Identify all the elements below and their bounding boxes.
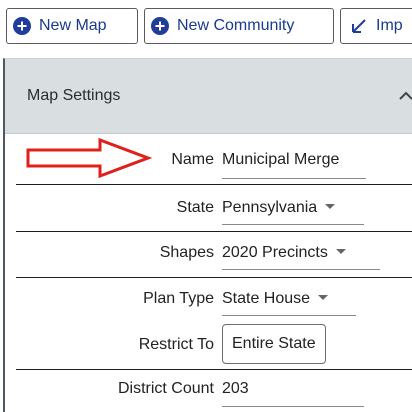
row-divider xyxy=(16,277,412,278)
plus-circle-icon xyxy=(13,17,31,35)
district-count-input[interactable]: 203 xyxy=(222,380,249,398)
panel-title: Map Settings xyxy=(27,87,121,104)
district-count-underline xyxy=(222,406,364,407)
import-label: Imp xyxy=(376,17,403,34)
state-label: State xyxy=(176,199,214,216)
row-divider xyxy=(16,184,412,185)
new-map-button[interactable]: New Map xyxy=(6,8,138,44)
state-select[interactable]: Pennsylvania xyxy=(222,199,336,217)
map-settings-header[interactable]: Map Settings xyxy=(5,59,412,134)
name-input[interactable]: Municipal Merge xyxy=(222,151,339,169)
plan-type-select[interactable]: State House xyxy=(222,290,329,308)
shapes-select[interactable]: 2020 Precincts xyxy=(222,244,346,262)
dropdown-caret-icon xyxy=(335,249,346,255)
red-outline-arrow-icon xyxy=(26,138,152,178)
restrict-to-button[interactable]: Entire State xyxy=(222,324,326,364)
toolbar: New Map New Community Imp xyxy=(0,0,412,58)
plan-type-value: State House xyxy=(222,290,311,307)
name-underline xyxy=(222,178,366,179)
restrict-to-label: Restrict To xyxy=(138,336,214,353)
row-divider xyxy=(16,231,412,232)
name-label: Name xyxy=(171,151,214,168)
shapes-label: Shapes xyxy=(159,244,214,261)
state-value: Pennsylvania xyxy=(222,199,318,216)
plus-circle-icon xyxy=(151,17,169,35)
new-community-label: New Community xyxy=(177,17,295,34)
new-community-button[interactable]: New Community xyxy=(144,8,334,44)
import-button[interactable]: Imp xyxy=(340,8,412,44)
dropdown-caret-icon xyxy=(325,204,336,210)
plan-type-underline xyxy=(222,315,356,316)
district-count-label: District Count xyxy=(117,380,214,397)
map-settings-panel: Map Settings xyxy=(3,58,412,412)
new-map-label: New Map xyxy=(39,17,107,34)
arrow-down-left-icon xyxy=(351,18,367,34)
shapes-value: 2020 Precincts xyxy=(222,244,328,261)
state-underline xyxy=(222,224,364,225)
dropdown-caret-icon xyxy=(318,295,329,301)
row-divider xyxy=(16,369,412,370)
chevron-up-icon[interactable] xyxy=(398,89,412,103)
map-settings-page: New Map New Community Imp Map Settings N… xyxy=(0,0,412,412)
shapes-underline xyxy=(222,269,380,270)
plan-type-label: Plan Type xyxy=(143,290,214,307)
